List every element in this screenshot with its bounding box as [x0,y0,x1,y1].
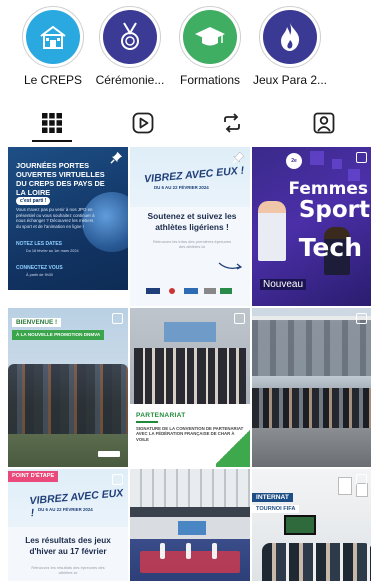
photo-frame [356,483,368,497]
photo-person [258,201,286,261]
photo-tv [284,515,316,535]
highlight-label: Formations [179,73,241,87]
divider [136,421,158,423]
carousel-icon [112,474,123,485]
highlight-ring [99,6,161,68]
post-tag: POINT D'ÉTAPE [8,471,59,482]
creps-logo [98,451,120,457]
carousel-icon [356,474,367,485]
highlight-jeux-para[interactable]: Jeux Para 2... [250,6,330,87]
highlight-label: Le CREPS [23,73,83,87]
person-tag-icon [313,112,335,134]
decor-square [310,151,324,165]
post-section-text: À partir de 9h30 [26,273,54,277]
active-tab-indicator [32,140,72,142]
profile-tabs [0,106,371,142]
carousel-icon [234,313,245,324]
post-section: NOTEZ LES DATES [16,241,63,247]
post-gymnase[interactable] [130,469,250,581]
post-date: DU 6 AU 22 FÉVRIER 2024 [154,185,209,190]
carousel-icon [356,313,367,324]
highlight-formations[interactable]: Formations [170,6,250,87]
reposts-tab[interactable] [217,106,247,140]
highlight-ring [22,6,84,68]
graduation-cap-icon [195,27,225,46]
flame-icon [281,23,300,51]
post-bienvenue-promotion[interactable]: BIENVENUE ! À LA NOUVELLE PROMOTION DNMV… [8,308,128,467]
reels-tab[interactable] [128,106,158,140]
repost-icon [224,113,240,133]
post-body: Retrouvez les résultats des épreuves des… [31,565,105,576]
photo-building [252,320,371,376]
highlight-cover [26,10,80,64]
decor-square [332,159,342,169]
post-tag: BIENVENUE ! [12,318,62,327]
carousel-icon [356,152,367,163]
post-body: Retrouvez les infos des premières épreuv… [152,239,232,250]
highlight-le-creps[interactable]: Le CREPS [13,6,93,87]
post-tag: INTERNAT [252,493,293,502]
post-internat-tournoi[interactable]: INTERNAT TOURNOI FIFA [252,469,371,581]
highlight-cover [103,10,157,64]
post-tag: PARTENARIAT [136,412,186,419]
carousel-icon [112,313,123,324]
highlight-ring [179,6,241,68]
post-title: Les résultats des jeux d'hiver au 17 fév… [25,536,111,556]
photo-person [160,543,165,559]
photo-person [212,543,217,559]
highlight-ring [259,6,321,68]
photo-beam [130,507,250,517]
group-photo [8,364,128,434]
photo-person [186,543,191,559]
posts-grid-tab[interactable] [37,106,67,140]
post-body: Vous n'avez pas pu venir à nos JPO en pr… [16,207,95,229]
arrow-icon [218,262,243,270]
post-pill: c'est parti ! [16,197,51,205]
photo-roof [130,469,250,509]
photo-frame [338,477,352,495]
highlight-cover [183,10,237,64]
group-photo [252,388,371,428]
post-title-line: Tech [298,233,362,262]
school-building-icon [40,25,66,49]
group-photo [262,543,371,581]
post-partenariat[interactable]: PARTENARIAT SIGNATURE DE LA CONVENTION D… [130,308,250,467]
group-photo [134,348,246,406]
highlight-cover [263,10,317,64]
grid-icon [42,113,62,133]
partner-logos [8,290,128,306]
pin-icon [232,151,245,164]
new-badge: Nouveau [260,279,307,290]
edition-badge: 2e [286,153,302,169]
post-vibrez-avec-eux[interactable]: VIBREZ AVEC EUX ! DU 6 AU 22 FÉVRIER 202… [130,147,250,306]
story-highlights: Le CREPS Cérémonie... Formations Jeux Pa… [0,0,371,100]
photo-screen [164,322,216,342]
tagged-tab[interactable] [309,106,339,140]
post-subtitle: À LA NOUVELLE PROMOTION DNMVA [12,330,105,340]
photo-ground [252,428,371,467]
pin-icon [110,151,123,164]
post-subtitle: TOURNOI FIFA [252,505,300,513]
post-building-group[interactable] [252,308,371,467]
post-title-line: Sport [298,197,370,223]
partner-logos [146,287,234,296]
post-resultats-jeux[interactable]: POINT D'ÉTAPE VIBREZ AVEC EUX ! DU 6 AU … [8,469,128,581]
medal-icon [121,22,139,50]
post-section: CONNECTEZ VOUS [16,265,63,271]
post-date: DU 6 AU 22 FÉVRIER 2024 [38,507,93,512]
post-femmes-sport-tech[interactable]: 2e Femmes Sport Tech Nouveau [252,147,371,306]
post-section-text: Du 18 février au 1er mars 2024 [26,249,79,253]
decor-ribbon [216,427,250,467]
photo-screen [178,521,206,535]
post-title: Journées portes ouvertes virtuelles du C… [16,161,105,197]
post-title: Soutenez et suivez les athlètes ligérien… [147,211,237,232]
highlight-label: Jeux Para 2... [252,73,328,87]
highlight-ceremonie[interactable]: Cérémonie... [90,6,170,87]
play-square-icon [132,112,154,134]
post-title-line: Femmes [288,179,368,199]
highlight-label: Cérémonie... [95,73,165,87]
post-jpo-virtuelles[interactable]: Journées portes ouvertes virtuelles du C… [8,147,128,306]
posts-grid: Journées portes ouvertes virtuelles du C… [8,147,371,581]
